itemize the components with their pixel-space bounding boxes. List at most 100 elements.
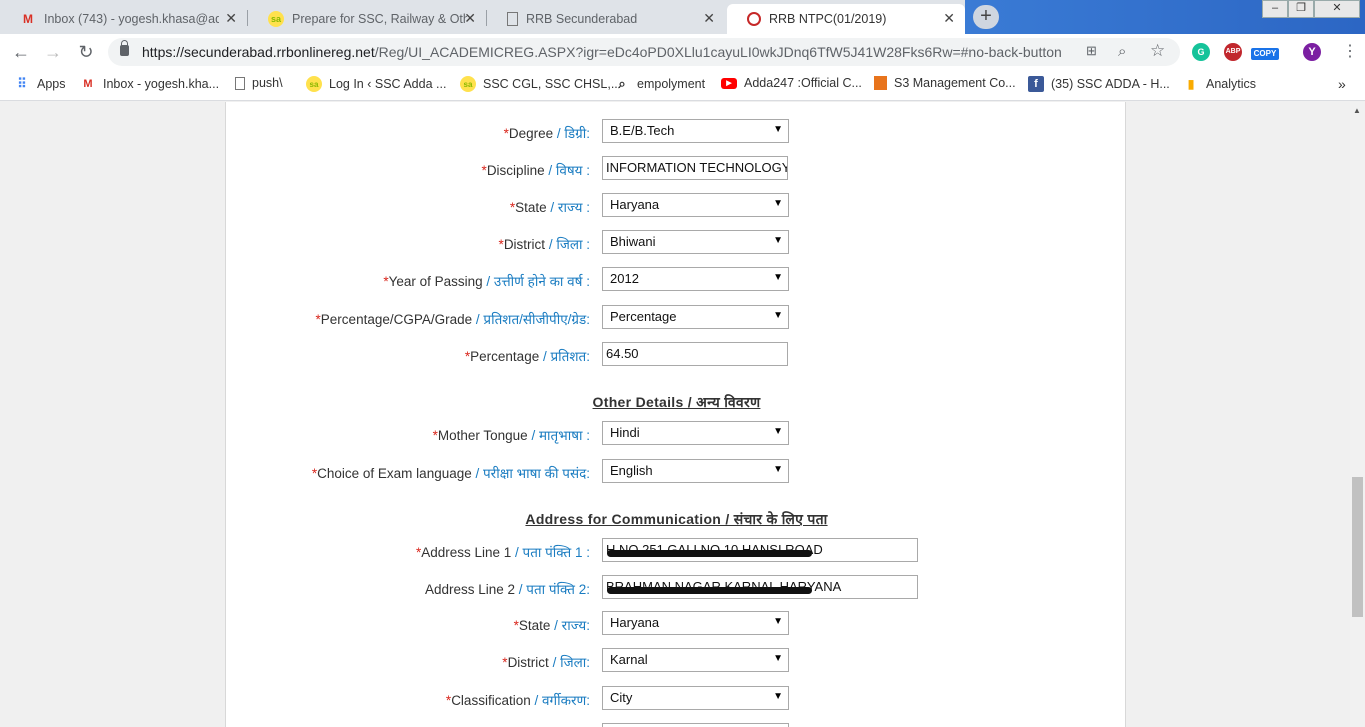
field-label-english: State	[518, 618, 551, 633]
dropdown-arrow-icon: ▼	[773, 198, 783, 209]
bookmark-s3[interactable]: S3 Management Co...	[874, 76, 1016, 90]
address-bar[interactable]: https://secunderabad.rrbonlinereg.net/Re…	[108, 38, 1180, 66]
tab-rrb-ntpc[interactable]: RRB NTPC(01/2019) ✕	[727, 4, 965, 34]
grammarly-icon[interactable]: G	[1192, 43, 1210, 61]
text-input[interactable]: BRAHMAN NAGAR KARNAL HARYANA	[602, 575, 918, 599]
bookmark-push[interactable]: push\	[235, 76, 283, 90]
dropdown-arrow-icon: ▼	[773, 272, 783, 283]
field-label: *Degree / डिग्री:	[504, 124, 590, 142]
dropdown-arrow-icon: ▼	[773, 124, 783, 135]
field-label-hindi: / परीक्षा भाषा की पसंद:	[475, 466, 590, 481]
form-row: *Discipline / विषय : INFORMATION TECHNOLO…	[226, 156, 1127, 180]
dropdown-select[interactable]: Haryana ▼	[602, 193, 789, 217]
url-host: https://secunderabad.rrbonlinereg.net	[142, 44, 375, 60]
field-label: *State / राज्य:	[514, 616, 590, 634]
bookmark-empolyment[interactable]: ⌕ empolyment	[614, 76, 705, 92]
dropdown-select[interactable]: 2012 ▼	[602, 267, 789, 291]
dropdown-select[interactable]: Hindi ▼	[602, 421, 789, 445]
youtube-icon: ▶	[721, 77, 737, 89]
aws-s3-icon	[874, 76, 887, 90]
bookmark-ssc-adda-login[interactable]: sa Log In ‹ SSC Adda ...	[306, 76, 446, 92]
scrollbar-thumb[interactable]	[1352, 477, 1363, 617]
redaction-scribble	[607, 587, 812, 594]
reload-icon[interactable]: ↻	[74, 41, 98, 63]
redaction-scribble	[607, 550, 812, 557]
copy-extension-icon[interactable]: COPY	[1251, 48, 1279, 60]
page-icon	[235, 76, 245, 90]
dropdown-select[interactable]: English ▼	[602, 459, 789, 483]
dropdown-select[interactable]: Haryana ▼	[602, 611, 789, 635]
zoom-icon[interactable]: ⌕	[1118, 43, 1126, 60]
vertical-scrollbar[interactable]: ▲	[1350, 102, 1365, 727]
bookmark-gmail[interactable]: M Inbox - yogesh.kha...	[80, 76, 219, 92]
select-value: Karnal	[610, 652, 648, 667]
back-arrow-icon[interactable]: ←	[9, 41, 33, 63]
browser-tab-bar: M Inbox (743) - yogesh.khasa@add ✕ sa Pr…	[0, 0, 1365, 34]
dropdown-arrow-icon: ▼	[773, 310, 783, 321]
sa-icon: sa	[460, 76, 476, 92]
maximize-button[interactable]: ❐	[1288, 0, 1314, 18]
bookmark-label: S3 Management Co...	[894, 76, 1016, 90]
new-tab-button[interactable]: +	[973, 5, 999, 29]
bookmark-adda247[interactable]: ▶ Adda247 :Official C...	[721, 76, 862, 90]
field-label: *State / राज्य :	[510, 198, 590, 216]
gmail-icon: M	[23, 12, 33, 26]
bookmark-analytics[interactable]: ▮ Analytics	[1183, 76, 1256, 92]
close-icon[interactable]: ✕	[943, 10, 955, 27]
url-path: /Reg/UI_ACADEMICREG.ASPX?igr=eDc4oPD0XLl…	[374, 44, 1062, 60]
field-label-english: Percentage	[470, 349, 540, 364]
form-row: *State / राज्य : Haryana ▼	[226, 193, 1127, 217]
field-label: *Discipline / विषय :	[482, 161, 590, 179]
bookmark-star-icon[interactable]: ☆	[1150, 41, 1165, 61]
tab-label: Inbox (743) - yogesh.khasa@add	[44, 12, 219, 26]
minimize-button[interactable]: –	[1262, 0, 1288, 18]
field-label-hindi: / राज्य:	[554, 618, 590, 633]
bookmark-label: empolyment	[637, 77, 706, 91]
search-icon: ⌕	[618, 76, 626, 91]
scroll-up-arrow-icon[interactable]: ▲	[1353, 106, 1361, 115]
lock-icon	[120, 40, 129, 56]
form-row: *Degree / डिग्री: B.E/B.Tech ▼	[226, 119, 1127, 143]
dropdown-select[interactable]: City ▼	[602, 686, 789, 710]
close-window-button[interactable]: ✕	[1314, 0, 1360, 18]
tab-adda[interactable]: sa Prepare for SSC, Railway & Other ✕	[248, 4, 486, 34]
bookmarks-bar: ⠿ Apps M Inbox - yogesh.kha... push\ sa Log…	[0, 70, 1365, 101]
dropdown-select[interactable]: Percentage ▼	[602, 305, 789, 329]
adblock-icon[interactable]: ABP	[1224, 43, 1242, 61]
bookmark-label: (35) SSC ADDA - H...	[1051, 77, 1170, 91]
address-heading: Address for Communication / संचार के लिए…	[525, 511, 828, 527]
dropdown-select[interactable]: Karnal ▼	[602, 648, 789, 672]
translate-icon[interactable]: ⊞	[1086, 43, 1097, 59]
bookmarks-overflow-icon[interactable]: »	[1338, 76, 1346, 92]
bookmark-ssc-cgl[interactable]: sa SSC CGL, SSC CHSL,...	[460, 76, 621, 92]
field-label: *Mother Tongue / मातृभाषा :	[433, 426, 590, 444]
input-value: INFORMATION TECHNOLOGY	[606, 160, 788, 175]
bookmark-apps[interactable]: ⠿ Apps	[14, 76, 65, 92]
close-icon[interactable]: ✕	[225, 10, 237, 27]
next-field-partial[interactable]	[602, 723, 789, 727]
text-input[interactable]: 64.50	[602, 342, 788, 366]
field-label-english: Classification	[451, 693, 531, 708]
select-value: City	[610, 690, 633, 705]
bookmark-label: Log In ‹ SSC Adda ...	[329, 77, 447, 91]
text-input[interactable]: H.NO 251 GALI NO 10 HANSI ROAD	[602, 538, 918, 562]
dropdown-select[interactable]: Bhiwani ▼	[602, 230, 789, 254]
bookmark-facebook[interactable]: f (35) SSC ADDA - H...	[1028, 76, 1170, 92]
forward-arrow-icon[interactable]: →	[41, 41, 65, 63]
field-label-hindi: / राज्य :	[550, 200, 590, 215]
text-input[interactable]: INFORMATION TECHNOLOGY	[602, 156, 788, 180]
tab-gmail[interactable]: M Inbox (743) - yogesh.khasa@add ✕	[0, 4, 247, 34]
profile-avatar[interactable]: Y	[1303, 43, 1321, 61]
select-value: B.E/B.Tech	[610, 123, 675, 138]
close-icon[interactable]: ✕	[703, 10, 715, 27]
field-label-hindi: / जिला :	[548, 237, 590, 252]
close-icon[interactable]: ✕	[464, 10, 476, 27]
dropdown-select[interactable]: B.E/B.Tech ▼	[602, 119, 789, 143]
select-value: Haryana	[610, 197, 660, 212]
form-row: *Year of Passing / उत्तीर्ण होने का वर्ष…	[226, 267, 1127, 291]
form-row: Address Line 2 / पता पंक्ति 2: BRAHMAN NA…	[226, 575, 1127, 599]
field-label-hindi: / विषय :	[548, 163, 590, 178]
tab-rrb-secunderabad[interactable]: RRB Secunderabad ✕	[487, 4, 725, 34]
menu-kebab-icon[interactable]: ⋮	[1338, 41, 1362, 63]
field-label-hindi: / डिग्री:	[556, 126, 590, 141]
